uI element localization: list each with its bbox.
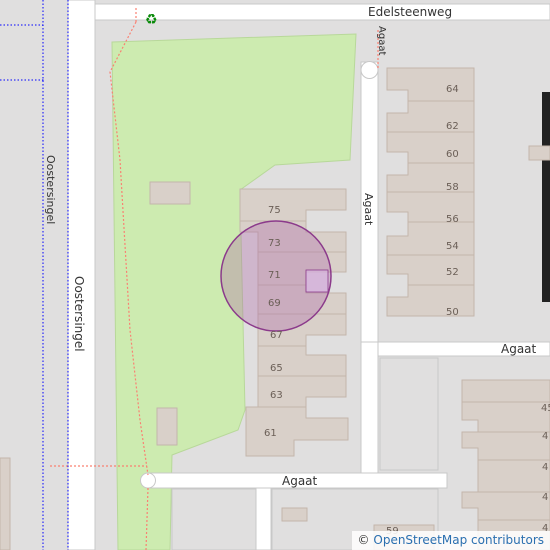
house-number: 75 — [268, 205, 281, 216]
copyright-symbol: © — [357, 533, 370, 547]
road-agaat-turning — [360, 61, 379, 79]
building-shed — [156, 407, 178, 446]
road-agaat-lower — [360, 341, 379, 483]
house-number: 73 — [268, 238, 281, 249]
building-shed — [149, 181, 191, 205]
house-number: 4 — [542, 431, 548, 442]
location-center — [305, 269, 329, 293]
street-label-agaat-mid: Agaat — [362, 193, 375, 226]
house-number: 4 — [542, 462, 548, 473]
house-number: 63 — [270, 390, 283, 401]
road-edelsteenweg — [94, 3, 550, 21]
recycling-icon: ♻ — [145, 12, 158, 28]
house-number: 62 — [446, 121, 459, 132]
house-number: 71 — [268, 270, 281, 281]
house-number: 67 — [270, 330, 283, 341]
house-number: 64 — [446, 84, 459, 95]
street-label-edelsteenweg: Edelsteenweg — [368, 5, 452, 19]
house-number: 61 — [264, 428, 277, 439]
street-label-agaat-north: Agaat — [376, 26, 387, 55]
street-label-agaat-south: Agaat — [282, 474, 318, 488]
road-oostersingel — [67, 0, 96, 550]
house-number: 52 — [446, 267, 459, 278]
house-number: 65 — [270, 363, 283, 374]
building-small — [281, 507, 308, 522]
house-number: 54 — [446, 241, 459, 252]
house-number: 58 — [446, 182, 459, 193]
house-number: 56 — [446, 214, 459, 225]
house-number: 50 — [446, 307, 459, 318]
building-dark-edge — [542, 92, 550, 302]
block-south-west — [171, 488, 257, 550]
road-agaat-south-end — [140, 472, 156, 489]
street-label-oostersingel-road: Oostersingel — [72, 276, 86, 352]
street-label-oostersingel-path: Oostersingel — [44, 155, 57, 224]
map-attribution: © OpenStreetMap contributors — [351, 531, 550, 550]
house-number: 4 — [542, 492, 548, 503]
street-label-agaat-east: Agaat — [501, 342, 537, 356]
house-number: 69 — [268, 298, 281, 309]
block-east — [379, 357, 439, 471]
building-left-edge — [0, 457, 11, 550]
house-number: 45 — [541, 403, 550, 414]
map-canvas[interactable]: ♻ Edelsteenweg Agaat Agaat Agaat Agaat O… — [0, 0, 550, 550]
house-number: 60 — [446, 149, 459, 160]
osm-contributors-link[interactable]: OpenStreetMap contributors — [373, 533, 544, 547]
road-service — [255, 487, 272, 550]
building-small — [528, 145, 550, 161]
